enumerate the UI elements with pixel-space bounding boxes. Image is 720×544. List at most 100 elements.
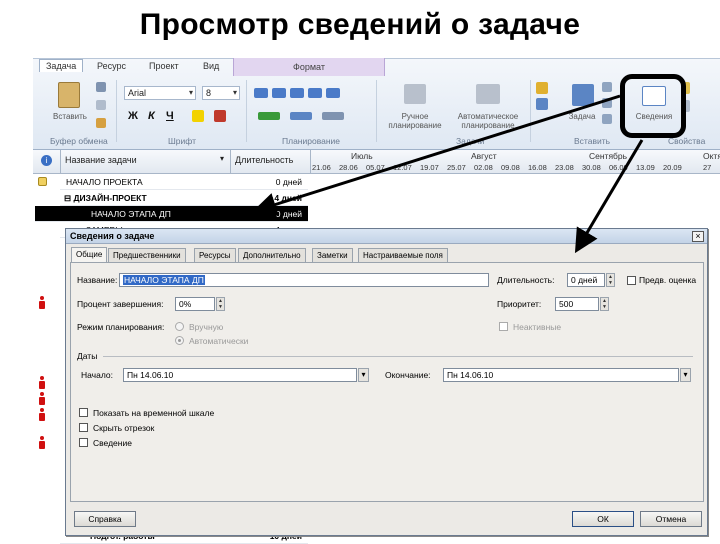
start-date-input[interactable]: Пн 14.06.10 (123, 368, 357, 382)
percent-0-icon[interactable] (254, 88, 268, 98)
auto-schedule-button[interactable]: Автоматическое планирование (452, 112, 524, 130)
split-task-icon[interactable] (322, 112, 344, 120)
table-row[interactable]: НАЧАЛО ПРОЕКТА 0 дней (60, 174, 308, 190)
tab-resources[interactable]: Ресурсы (194, 248, 236, 262)
ok-button[interactable]: ОК (572, 511, 634, 527)
week-label: 02.08 (474, 163, 493, 172)
resource-icon (38, 392, 46, 406)
deliverable-icon[interactable] (602, 114, 612, 124)
mode-manual-radio[interactable] (175, 322, 184, 331)
font-color-icon[interactable] (214, 110, 226, 122)
percent-label: Процент завершения: (77, 299, 164, 309)
inactive-checkbox[interactable] (499, 322, 508, 331)
move-task-icon[interactable] (258, 112, 280, 120)
mode-label: Режим планирования: (77, 322, 165, 332)
priority-input[interactable]: 500 (555, 297, 599, 311)
estimate-checkbox[interactable] (627, 276, 636, 285)
percent-input[interactable]: 0% (175, 297, 215, 311)
format-painter-icon[interactable] (96, 118, 106, 128)
week-label: 09.08 (501, 163, 520, 172)
tab-notes[interactable]: Заметки (312, 248, 353, 262)
tab-general[interactable]: Общие (71, 247, 108, 263)
general-panel: Название: НАЧАЛО ЭТАПА ДП Длительность: … (70, 262, 704, 502)
copy-icon[interactable] (96, 100, 106, 110)
estimate-label: Предв. оценка (639, 275, 697, 285)
percent-75-icon[interactable] (308, 88, 322, 98)
help-button[interactable]: Справка (74, 511, 136, 527)
duration-stepper[interactable]: ▲ ▼ (606, 273, 615, 287)
tab-advanced[interactable]: Дополнительно (238, 248, 306, 262)
name-column-header[interactable]: Название задачи ▾ (60, 150, 230, 174)
dialog-title: Сведения о задаче (66, 229, 707, 244)
mode-auto-radio[interactable] (175, 336, 184, 345)
insert-task-button[interactable]: Задача (562, 112, 602, 121)
tab-predecessors[interactable]: Предшественники (108, 248, 186, 262)
inactive-label: Неактивные (513, 322, 562, 332)
group-font: Шрифт (168, 136, 196, 146)
mode-icon[interactable] (536, 98, 548, 110)
group-schedule: Планирование (282, 136, 341, 146)
task-info-highlight (620, 74, 686, 138)
inspect-icon[interactable] (536, 82, 548, 94)
tab-custom-fields[interactable]: Настраиваемые поля (358, 248, 448, 262)
cancel-button[interactable]: Отмена (640, 511, 702, 527)
tab-resource[interactable]: Ресурс (97, 61, 126, 71)
week-label: 23.08 (555, 163, 574, 172)
tab-project[interactable]: Проект (149, 61, 179, 71)
table-row[interactable]: ⊟ ДИЗАЙН-ПРОЕКТ 4 дней (60, 190, 308, 206)
underline-button[interactable]: Ч (166, 110, 174, 122)
paste-icon[interactable] (58, 82, 80, 108)
rollup-checkbox[interactable] (79, 438, 88, 447)
week-label: 25.07 (447, 163, 466, 172)
week-label: 05.07 (366, 163, 385, 172)
percent-50-icon[interactable] (290, 88, 304, 98)
summary-icon[interactable] (602, 82, 612, 92)
priority-stepper[interactable]: ▲ ▼ (600, 297, 609, 311)
italic-button[interactable]: К (148, 110, 155, 122)
tab-task[interactable]: Задача (39, 59, 84, 72)
task-name-input[interactable]: НАЧАЛО ЭТАПА ДП (119, 273, 489, 287)
percent-25-icon[interactable] (272, 88, 286, 98)
task-info-dialog: Сведения о задаче × Общие Предшественник… (65, 228, 708, 536)
mode-manual-label: Вручную (189, 322, 224, 332)
resource-icon (38, 408, 46, 422)
rollup-label: Сведение (93, 438, 132, 448)
name-label: Название: (77, 275, 118, 285)
duration-column-header[interactable]: Длительность (230, 150, 310, 174)
cut-icon[interactable] (96, 82, 106, 92)
chevron-down-icon[interactable]: ▾ (220, 154, 224, 163)
link-tasks-icon[interactable] (290, 112, 312, 120)
priority-label: Приоритет: (497, 299, 542, 309)
finish-date-input[interactable]: Пн 14.06.10 (443, 368, 679, 382)
start-date-dropdown[interactable]: ▾ (358, 368, 369, 382)
hide-bar-label: Скрыть отрезок (93, 423, 155, 433)
auto-schedule-icon[interactable] (476, 84, 500, 104)
week-label: 19.07 (420, 163, 439, 172)
pushpin-icon[interactable] (404, 84, 426, 104)
duration-input[interactable]: 0 дней (567, 273, 605, 287)
bold-button[interactable]: Ж (128, 110, 138, 122)
finish-date-dropdown[interactable]: ▾ (680, 368, 691, 382)
tab-format[interactable]: Формат (233, 58, 385, 76)
insert-task-icon[interactable] (572, 84, 594, 106)
week-label: 30.08 (582, 163, 601, 172)
week-label: 28.06 (339, 163, 358, 172)
group-insert: Вставить (574, 136, 611, 146)
percent-stepper[interactable]: ▲ ▼ (216, 297, 225, 311)
manual-schedule-button[interactable]: Ручное планирование (382, 112, 448, 130)
percent-100-icon[interactable] (326, 88, 340, 98)
highlight-color-icon[interactable] (192, 110, 204, 122)
month-label: Октябрь (703, 151, 720, 161)
close-button[interactable]: × (692, 231, 704, 242)
week-label: 06.09 (609, 163, 628, 172)
week-label: 12.07 (393, 163, 412, 172)
hide-bar-checkbox[interactable] (79, 423, 88, 432)
table-row-selected[interactable]: НАЧАЛО ЭТАПА ДП 0 дней (35, 206, 308, 222)
milestone-icon[interactable] (602, 98, 612, 108)
font-name-select[interactable]: Arial (124, 86, 196, 100)
paste-label: Вставить (53, 112, 87, 121)
font-size-select[interactable]: 8 (202, 86, 240, 100)
tab-view[interactable]: Вид (203, 61, 219, 71)
week-label: 27 (703, 163, 712, 172)
timeline-checkbox[interactable] (79, 408, 88, 417)
